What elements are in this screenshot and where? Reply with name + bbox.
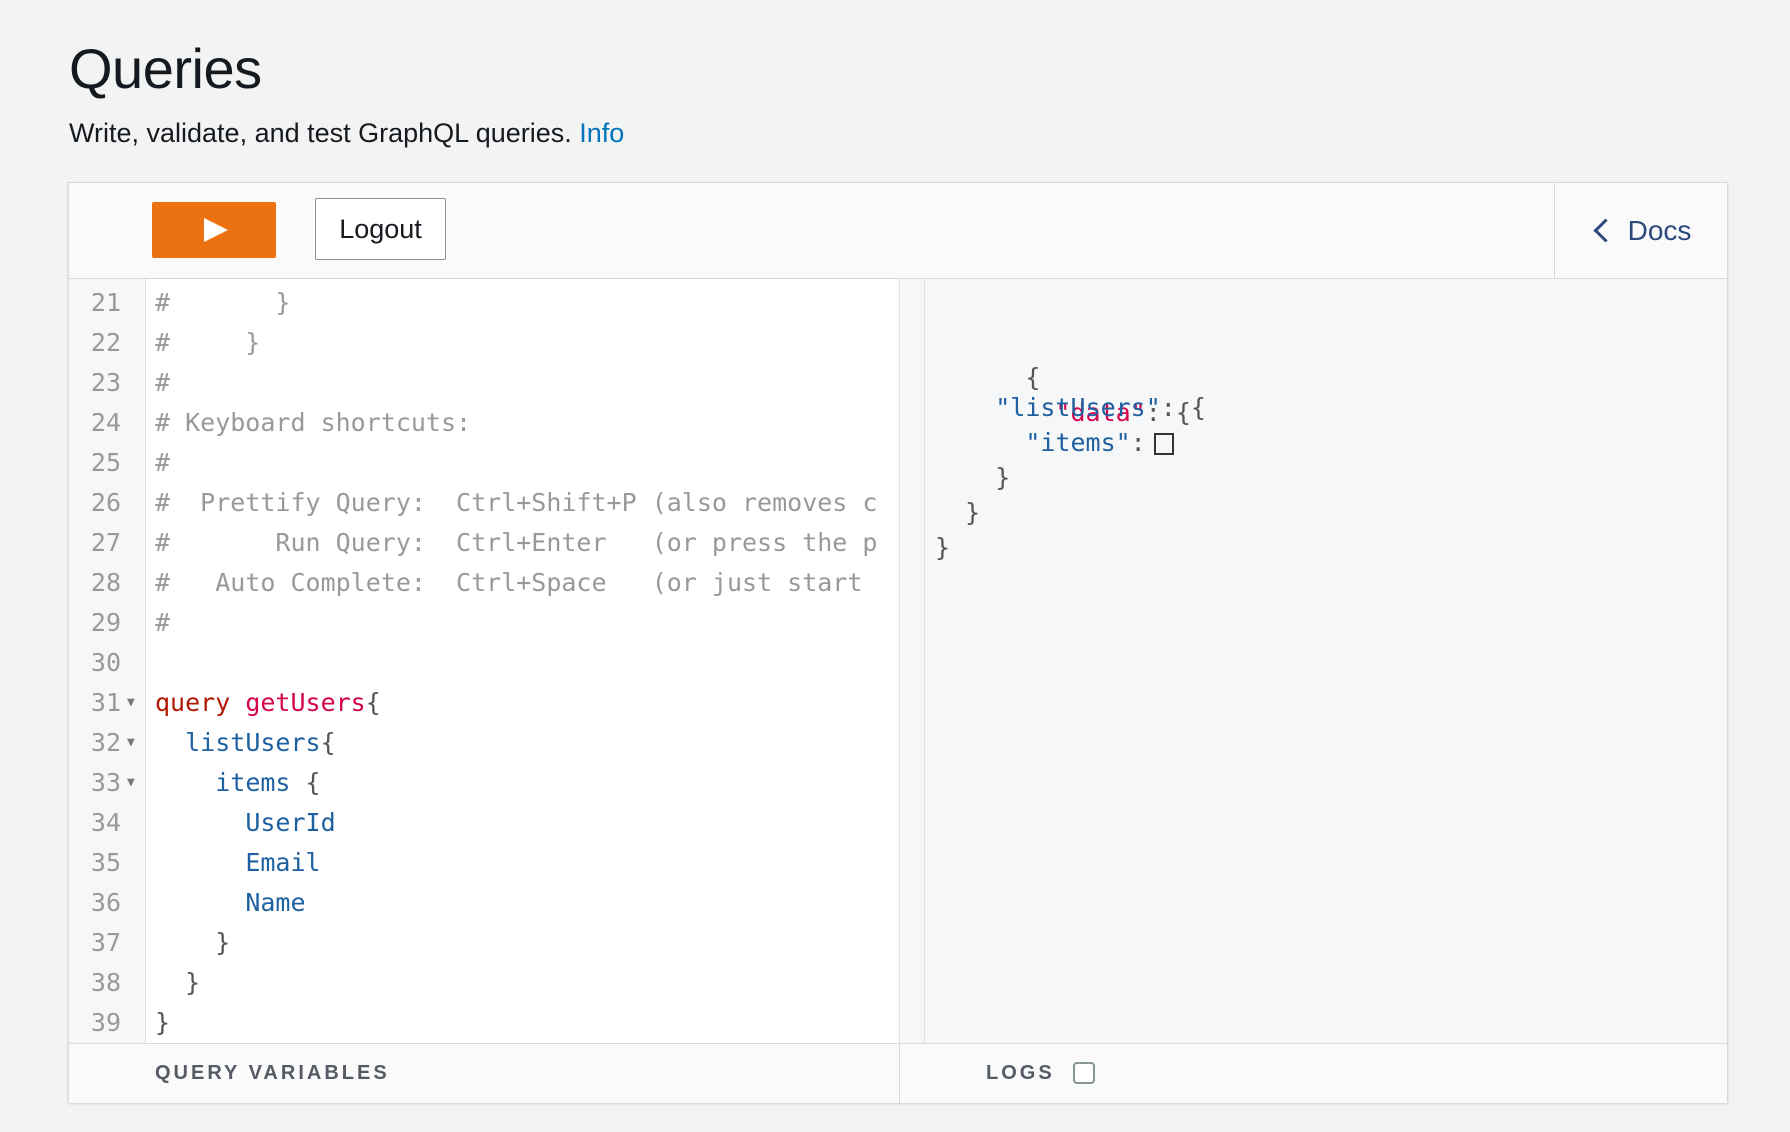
code-text: } <box>215 928 231 957</box>
line-number: 36 <box>90 888 121 917</box>
line-number: 29 <box>90 608 121 637</box>
line-number: 28 <box>90 568 121 597</box>
code-text: Name <box>245 888 306 917</box>
line-number: 23 <box>90 368 121 397</box>
line-number: 27 <box>90 528 121 557</box>
chevron-left-icon <box>1593 218 1618 243</box>
page-description: Write, validate, and test GraphQL querie… <box>69 118 624 149</box>
line-number: 32 <box>90 728 121 757</box>
code-line: 32 ▼ listUsers{ <box>69 723 899 763</box>
code-line: 35 Email <box>69 843 899 883</box>
code-line: 26 # Prettify Query: Ctrl+Shift+P (also r… <box>69 483 899 523</box>
code-line: 27 # Run Query: Ctrl+Enter (or press the … <box>69 523 899 563</box>
code-line: 29 # <box>69 603 899 643</box>
code-text: # } <box>155 288 291 317</box>
code-text: } <box>155 1008 171 1037</box>
code-line: 36 Name <box>69 883 899 923</box>
fold-arrow-icon[interactable]: ▼ <box>127 723 135 763</box>
page-title: Queries <box>69 37 262 100</box>
code-line: 39} <box>69 1003 899 1043</box>
brace: } <box>965 498 981 527</box>
code-line: 28 # Auto Complete: Ctrl+Space (or just s… <box>69 563 899 603</box>
line-number: 37 <box>90 928 121 957</box>
result-line: ▼ "data": { <box>935 353 1190 427</box>
code-text: } <box>185 968 201 997</box>
code-line: 38 } <box>69 963 899 1003</box>
code-text: # <box>155 608 171 637</box>
editor-footer: QUERY VARIABLES LOGS <box>69 1043 1727 1104</box>
play-icon <box>204 218 228 242</box>
code-line: 21 # } <box>69 283 899 323</box>
query-variables-toggle[interactable]: QUERY VARIABLES <box>155 1062 390 1085</box>
line-number: 35 <box>90 848 121 877</box>
code-line: 22 # } <box>69 323 899 363</box>
code-text: items { <box>215 768 321 797</box>
line-number: 21 <box>90 288 121 317</box>
line-number: 24 <box>90 408 121 437</box>
listusers-key: "listUsers" <box>995 393 1161 422</box>
line-number: 25 <box>90 448 121 477</box>
code-text: listUsers{ <box>185 728 336 757</box>
code-line: 30 <box>69 643 899 683</box>
run-query-button[interactable] <box>152 202 276 258</box>
footer-divider <box>899 1044 900 1104</box>
logout-button[interactable]: Logout <box>315 198 446 260</box>
line-number: 39 <box>90 1008 121 1037</box>
description-text: Write, validate, and test GraphQL querie… <box>69 118 572 148</box>
query-editor[interactable]: 21 # } 22 # } 23 #24 # Keyboard shortcuts: 25 #2… <box>69 279 899 1043</box>
result-line: ▼{ <box>935 318 1040 392</box>
line-number: 26 <box>90 488 121 517</box>
line-number: 34 <box>90 808 121 837</box>
code-text: # <box>155 368 171 397</box>
items-key: "items" <box>1025 428 1131 457</box>
brace: } <box>935 533 951 562</box>
code-line: 23 # <box>69 363 899 403</box>
info-link[interactable]: Info <box>579 118 624 148</box>
code-text: # Run Query: Ctrl+Enter (or press the p <box>155 528 878 557</box>
line-number: 22 <box>90 328 121 357</box>
graphql-ide: Logout Docs 21 # } 22 # } 23 #24 # Keyboard sh… <box>68 182 1728 1104</box>
code-text: # Auto Complete: Ctrl+Space (or just sta… <box>155 568 863 597</box>
brace: } <box>995 463 1011 492</box>
docs-button[interactable]: Docs <box>1554 183 1727 278</box>
result-line: } <box>935 493 980 533</box>
code-text: # Keyboard shortcuts: <box>155 408 472 437</box>
code-line: 31 ▼ query getUsers{ <box>69 683 899 723</box>
pane-divider[interactable] <box>899 279 925 1043</box>
result-line: "items": <box>935 423 1174 463</box>
code-text: UserId <box>245 808 336 837</box>
colon: : <box>1130 428 1146 457</box>
code-line: 33 ▼ items { <box>69 763 899 803</box>
code-text: # } <box>155 328 261 357</box>
colon-brace: : { <box>1160 393 1206 422</box>
fold-arrow-icon[interactable]: ▼ <box>127 683 135 723</box>
code-line: 34 UserId <box>69 803 899 843</box>
logs-label: LOGS <box>986 1062 1055 1084</box>
code-line: 24 # Keyboard shortcuts: <box>69 403 899 443</box>
result-line: "listUsers": { <box>935 388 1206 428</box>
logs-checkbox[interactable] <box>1073 1062 1095 1084</box>
code-line: 25 # <box>69 443 899 483</box>
code-text: Email <box>245 848 321 877</box>
line-number: 38 <box>90 968 121 997</box>
result-line: } <box>935 458 1010 498</box>
code-text: # <box>155 448 171 477</box>
line-number: 30 <box>90 648 121 677</box>
toolbar: Logout Docs <box>69 183 1727 279</box>
line-number: 31 <box>90 688 121 717</box>
fold-arrow-icon[interactable]: ▼ <box>127 763 135 803</box>
code-text: query getUsers{ <box>155 688 381 717</box>
result-line: } <box>935 528 950 568</box>
empty-array-icon <box>1153 433 1174 455</box>
line-number: 33 <box>90 768 121 797</box>
code-text: # Prettify Query: Ctrl+Shift+P (also rem… <box>155 488 878 517</box>
code-line: 37 } <box>69 923 899 963</box>
docs-label: Docs <box>1627 214 1692 246</box>
result-pane: ▼{ ▼ "data": { "listUsers": { "items": }… <box>925 279 1727 1043</box>
